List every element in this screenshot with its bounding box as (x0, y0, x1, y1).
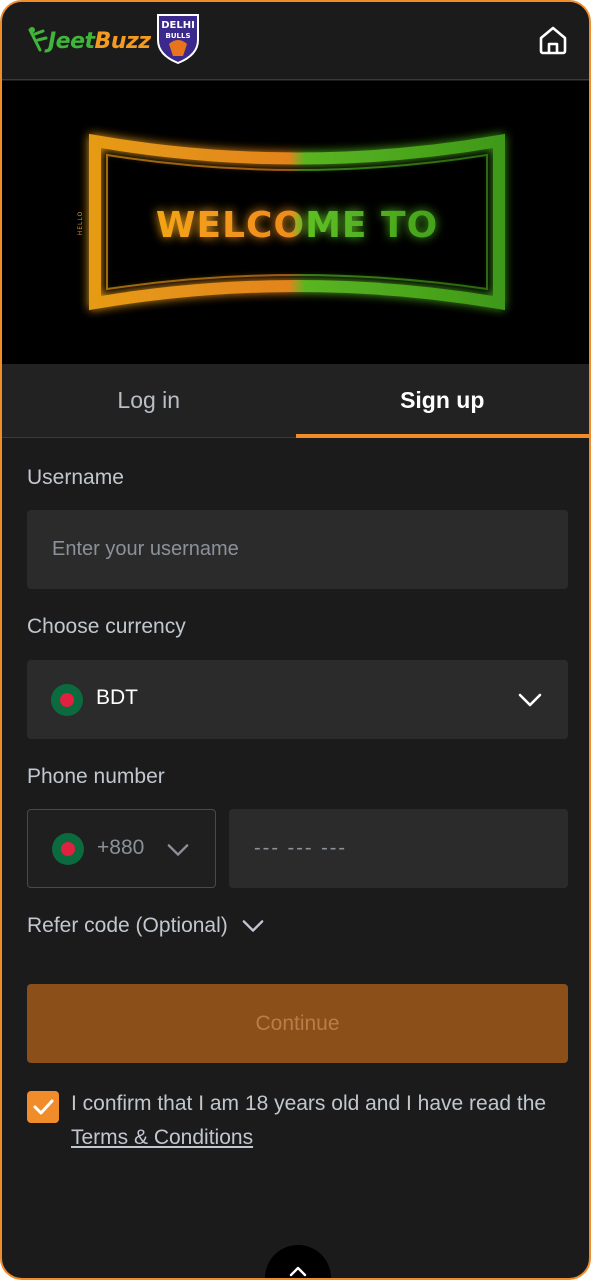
chevron-down-icon (242, 920, 264, 932)
username-field (27, 510, 568, 589)
bangladesh-flag-icon (52, 833, 84, 865)
banner-side-text: HELLO (77, 211, 84, 236)
banner-headline: WELCOME TO (156, 205, 438, 246)
phone-field (229, 809, 568, 888)
chevron-up-icon (289, 1266, 307, 1277)
app-frame: JeetBuzz DELHI BULLS HELLO WELCOME TO Lo… (0, 0, 591, 1280)
country-code-select[interactable]: +880 (27, 809, 216, 888)
welcome-banner: HELLO WELCOME TO (2, 81, 589, 364)
age-confirm-checkbox[interactable] (27, 1091, 59, 1123)
username-label: Username (27, 466, 124, 489)
brand-wordmark-green: Jeet (48, 28, 95, 54)
chevron-down-icon (167, 844, 189, 856)
currency-value: BDT (96, 686, 138, 709)
age-confirm-text: I confirm that I am 18 years old and I h… (71, 1087, 551, 1155)
svg-text:DELHI: DELHI (161, 20, 195, 31)
currency-select[interactable]: BDT (27, 660, 568, 739)
terms-link[interactable]: Terms & Conditions (71, 1126, 253, 1149)
refer-code-toggle[interactable]: Refer code (Optional) (27, 914, 264, 938)
home-icon (539, 26, 567, 55)
refer-code-label: Refer code (Optional) (27, 914, 228, 937)
auth-tabs: Log in Sign up (2, 364, 589, 438)
bangladesh-flag-icon (51, 684, 83, 716)
brand-wordmark-orange: Buzz (94, 28, 152, 54)
age-confirm-statement: I confirm that I am 18 years old and I h… (71, 1092, 547, 1115)
tab-sign-up[interactable]: Sign up (295, 364, 590, 438)
delhi-bulls-logo: DELHI BULLS (157, 14, 199, 64)
brand-logo[interactable]: JeetBuzz (26, 24, 151, 58)
banner-art: HELLO WELCOME TO (77, 133, 505, 311)
tab-log-in[interactable]: Log in (2, 364, 296, 437)
brand-wordmark: JeetBuzz (48, 29, 151, 54)
checkmark-icon (33, 1099, 54, 1115)
phone-label: Phone number (27, 765, 165, 788)
username-input[interactable] (52, 510, 552, 589)
cricketer-icon (28, 27, 48, 52)
chevron-down-icon (518, 693, 542, 707)
continue-button[interactable]: Continue (27, 984, 568, 1063)
home-button[interactable] (537, 24, 569, 56)
top-header: JeetBuzz DELHI BULLS (2, 2, 589, 80)
phone-input[interactable] (254, 809, 554, 888)
currency-label: Choose currency (27, 615, 186, 638)
svg-text:BULLS: BULLS (166, 32, 191, 40)
scroll-top-button[interactable] (265, 1245, 331, 1278)
country-code-value: +880 (97, 836, 145, 859)
